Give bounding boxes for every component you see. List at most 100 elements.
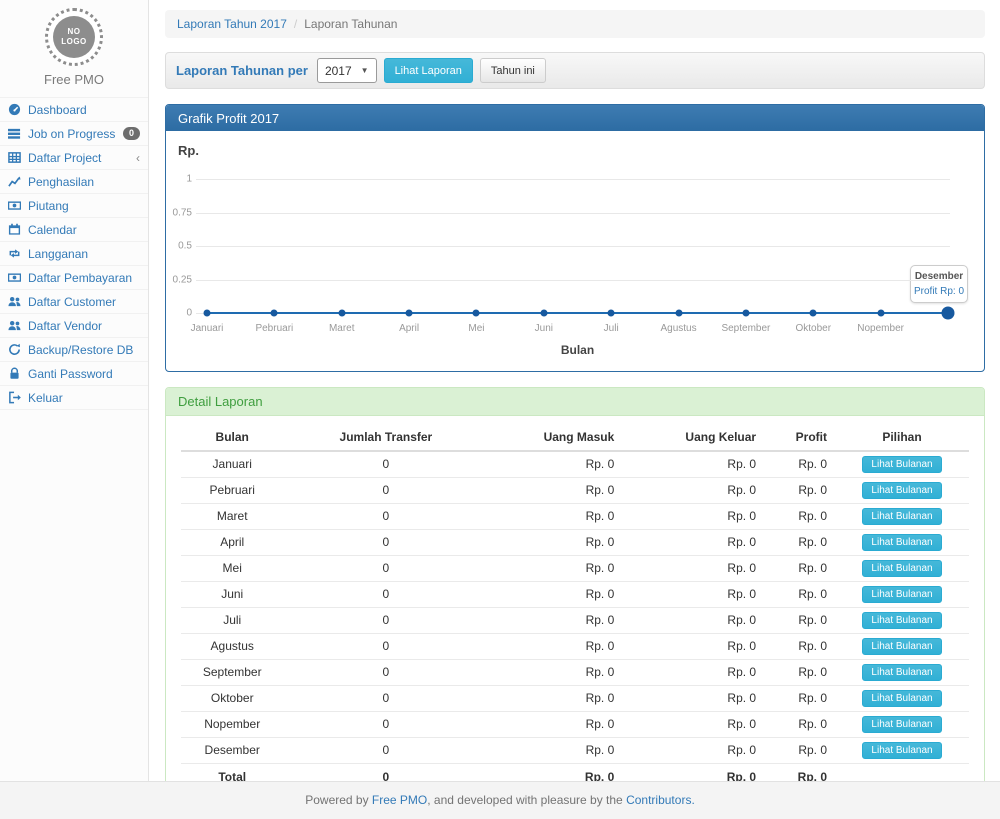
cell-uang-masuk: Rp. 0 xyxy=(488,530,622,556)
users-icon xyxy=(8,319,22,332)
cell-jumlah-transfer: 0 xyxy=(283,712,488,738)
detail-panel-title: Detail Laporan xyxy=(166,388,984,416)
tasks-icon xyxy=(8,127,22,140)
main-content: Laporan Tahun 2017 / Laporan Tahunan Lap… xyxy=(150,0,1000,804)
x-tick-label: Pebruari xyxy=(255,323,293,334)
cell-pilihan: Lihat Bulanan xyxy=(835,660,969,686)
sidebar-item-label: Dashboard xyxy=(28,103,140,117)
cell-uang-masuk: Rp. 0 xyxy=(488,712,622,738)
lihat-bulanan-button-juni[interactable]: Lihat Bulanan xyxy=(862,586,941,603)
x-tick-label: Juni xyxy=(535,323,553,334)
table-row-januari: Januari0Rp. 0Rp. 0Rp. 0Lihat Bulanan xyxy=(181,451,969,478)
cell-bulan: April xyxy=(181,530,283,556)
lihat-bulanan-button-agustus[interactable]: Lihat Bulanan xyxy=(862,638,941,655)
sidebar-item-label: Piutang xyxy=(28,199,140,213)
year-select[interactable]: 2017 ▼ xyxy=(317,58,377,83)
cell-bulan: Juni xyxy=(181,582,283,608)
data-point-nopember[interactable] xyxy=(877,310,884,317)
gridline xyxy=(196,213,950,214)
cell-uang-masuk: Rp. 0 xyxy=(488,504,622,530)
cell-jumlah-transfer: 0 xyxy=(283,478,488,504)
data-point-desember[interactable] xyxy=(942,307,955,320)
tooltip-value: Profit Rp: 0 xyxy=(914,286,964,297)
cell-uang-keluar: Rp. 0 xyxy=(622,556,764,582)
cell-bulan: Pebruari xyxy=(181,478,283,504)
sidebar-item-keluar[interactable]: Keluar xyxy=(0,386,148,410)
sidebar-item-label: Job on Progress xyxy=(28,127,117,141)
contributors-link[interactable]: Contributors. xyxy=(626,793,695,807)
data-point-agustus[interactable] xyxy=(675,310,682,317)
sidebar-item-calendar[interactable]: Calendar xyxy=(0,218,148,242)
free-pmo-link[interactable]: Free PMO xyxy=(372,793,427,807)
data-point-maret[interactable] xyxy=(338,310,345,317)
lihat-bulanan-button-juli[interactable]: Lihat Bulanan xyxy=(862,612,941,629)
lihat-bulanan-button-pebruari[interactable]: Lihat Bulanan xyxy=(862,482,941,499)
data-point-april[interactable] xyxy=(406,310,413,317)
data-point-juli[interactable] xyxy=(608,310,615,317)
profit-line-chart: Rp. Bulan Desember Profit Rp: 0 00.250.5… xyxy=(166,131,984,371)
data-point-januari[interactable] xyxy=(204,310,211,317)
x-tick-label: April xyxy=(399,323,419,334)
y-tick-label: 0.5 xyxy=(166,241,192,252)
cell-uang-keluar: Rp. 0 xyxy=(622,451,764,478)
sidebar-item-label: Daftar Vendor xyxy=(28,319,140,333)
table-row-mei: Mei0Rp. 0Rp. 0Rp. 0Lihat Bulanan xyxy=(181,556,969,582)
cell-uang-masuk: Rp. 0 xyxy=(488,556,622,582)
sidebar-item-backup-restore-db[interactable]: Backup/Restore DB xyxy=(0,338,148,362)
sidebar-item-daftar-project[interactable]: Daftar Project‹ xyxy=(0,146,148,170)
breadcrumb-link[interactable]: Laporan Tahun 2017 xyxy=(177,17,287,31)
lihat-bulanan-button-januari[interactable]: Lihat Bulanan xyxy=(862,456,941,473)
cell-bulan: Nopember xyxy=(181,712,283,738)
cell-pilihan: Lihat Bulanan xyxy=(835,712,969,738)
cell-uang-masuk: Rp. 0 xyxy=(488,738,622,764)
cell-profit: Rp. 0 xyxy=(764,478,835,504)
cell-uang-masuk: Rp. 0 xyxy=(488,634,622,660)
y-axis-title: Rp. xyxy=(178,143,199,158)
lihat-laporan-button[interactable]: Lihat Laporan xyxy=(384,58,473,83)
cell-profit: Rp. 0 xyxy=(764,686,835,712)
lihat-bulanan-button-maret[interactable]: Lihat Bulanan xyxy=(862,508,941,525)
sidebar-item-job-on-progress[interactable]: Job on Progress0 xyxy=(0,122,148,146)
table-row-maret: Maret0Rp. 0Rp. 0Rp. 0Lihat Bulanan xyxy=(181,504,969,530)
sidebar-item-penghasilan[interactable]: Penghasilan xyxy=(0,170,148,194)
lihat-bulanan-button-september[interactable]: Lihat Bulanan xyxy=(862,664,941,681)
lihat-bulanan-button-april[interactable]: Lihat Bulanan xyxy=(862,534,941,551)
sidebar-item-langganan[interactable]: Langganan xyxy=(0,242,148,266)
sidebar-item-label: Backup/Restore DB xyxy=(28,343,140,357)
lihat-bulanan-button-mei[interactable]: Lihat Bulanan xyxy=(862,560,941,577)
lock-icon xyxy=(8,367,22,380)
table-icon xyxy=(8,151,22,164)
sidebar-item-piutang[interactable]: Piutang xyxy=(0,194,148,218)
data-point-september[interactable] xyxy=(742,310,749,317)
cell-uang-masuk: Rp. 0 xyxy=(488,478,622,504)
sidebar-item-ganti-password[interactable]: Ganti Password xyxy=(0,362,148,386)
table-row-desember: Desember0Rp. 0Rp. 0Rp. 0Lihat Bulanan xyxy=(181,738,969,764)
column-header-pilihan: Pilihan xyxy=(835,424,969,451)
lihat-bulanan-button-nopember[interactable]: Lihat Bulanan xyxy=(862,716,941,733)
sidebar-item-daftar-customer[interactable]: Daftar Customer xyxy=(0,290,148,314)
y-tick-label: 0.75 xyxy=(166,207,192,218)
tahun-ini-button[interactable]: Tahun ini xyxy=(480,58,546,83)
cell-profit: Rp. 0 xyxy=(764,608,835,634)
data-point-mei[interactable] xyxy=(473,310,480,317)
sidebar-item-daftar-pembayaran[interactable]: Daftar Pembayaran xyxy=(0,266,148,290)
caret-down-icon: ▼ xyxy=(361,66,369,75)
sidebar-menu: Dashboard Job on Progress0Daftar Project‹… xyxy=(0,97,148,410)
data-point-oktober[interactable] xyxy=(810,310,817,317)
column-header-jumlah-transfer: Jumlah Transfer xyxy=(283,424,488,451)
table-row-pebruari: Pebruari0Rp. 0Rp. 0Rp. 0Lihat Bulanan xyxy=(181,478,969,504)
data-point-pebruari[interactable] xyxy=(271,310,278,317)
x-tick-label: Juli xyxy=(604,323,619,334)
chart-line-icon xyxy=(8,175,22,188)
lihat-bulanan-button-desember[interactable]: Lihat Bulanan xyxy=(862,742,941,759)
x-tick-label: Agustus xyxy=(660,323,696,334)
sidebar-item-dashboard[interactable]: Dashboard xyxy=(0,98,148,122)
filter-panel: Laporan Tahunan per 2017 ▼ Lihat Laporan… xyxy=(165,52,985,89)
retweet-icon xyxy=(8,247,22,260)
data-point-juni[interactable] xyxy=(540,310,547,317)
cell-jumlah-transfer: 0 xyxy=(283,451,488,478)
lihat-bulanan-button-oktober[interactable]: Lihat Bulanan xyxy=(862,690,941,707)
sidebar-item-daftar-vendor[interactable]: Daftar Vendor xyxy=(0,314,148,338)
cell-profit: Rp. 0 xyxy=(764,530,835,556)
refresh-icon xyxy=(8,343,22,356)
